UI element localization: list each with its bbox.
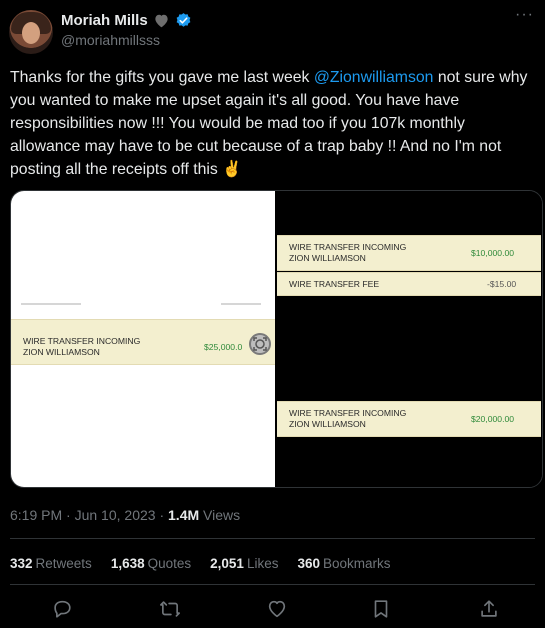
views-count: 1.4M xyxy=(168,507,200,523)
like-icon[interactable] xyxy=(266,598,288,620)
tweet-header: Moriah Mills @moriahmillsss ··· xyxy=(0,0,545,60)
quotes-stat[interactable]: 1,638 Quotes xyxy=(111,556,191,571)
likes-count: 2,051 xyxy=(210,556,244,571)
transaction-line1: WIRE TRANSFER INCOMING xyxy=(289,242,407,252)
engagement-stats: 332 Retweets 1,638 Quotes 2,051 Likes 360 Bo… xyxy=(10,556,391,571)
faint-line xyxy=(21,303,81,305)
bookmarks-stat[interactable]: 360 Bookmarks xyxy=(297,556,390,571)
transaction-line1: WIRE TRANSFER FEE xyxy=(289,279,380,289)
faint-line xyxy=(221,303,261,305)
transaction-amount: $25,000.0 xyxy=(204,342,243,352)
tweet-text: Thanks for the gifts you gave me last we… xyxy=(10,66,535,181)
bookmarks-count: 360 xyxy=(297,556,320,571)
separator: · xyxy=(159,507,165,523)
separator: · xyxy=(66,507,71,523)
avatar[interactable] xyxy=(9,10,53,54)
likes-stat[interactable]: 2,051 Likes xyxy=(210,556,278,571)
tweet-date[interactable]: Jun 10, 2023 xyxy=(75,507,156,523)
author-name-row: Moriah Mills xyxy=(61,12,192,29)
divider xyxy=(10,538,535,539)
transaction-amount: $20,000.00 xyxy=(471,414,515,424)
tweet-media[interactable]: WIRE TRANSFER INCOMING ZION WILLIAMSON $… xyxy=(10,190,543,488)
author-handle[interactable]: @moriahmillsss xyxy=(61,32,160,48)
tweet-text-before: Thanks for the gifts you gave me last we… xyxy=(10,69,314,86)
quotes-count: 1,638 xyxy=(110,556,145,571)
transaction-amount: -$15.00 xyxy=(487,279,517,289)
retweets-count: 332 xyxy=(10,556,33,571)
tweet-actions xyxy=(0,596,545,622)
tweet-timestamp: 6:19 PM · Jun 10, 2023 · 1.4M Views xyxy=(10,507,240,523)
avatar-face xyxy=(22,22,40,44)
author-display-name[interactable]: Moriah Mills xyxy=(61,12,148,29)
retweets-label: Retweets xyxy=(35,556,92,571)
bookmark-icon[interactable] xyxy=(370,598,392,620)
retweet-icon[interactable] xyxy=(159,598,181,620)
transaction-line2: ZION WILLIAMSON xyxy=(289,419,366,429)
retweets-stat[interactable]: 332 Retweets xyxy=(10,556,92,571)
media-image-right[interactable]: WIRE TRANSFER INCOMING ZION WILLIAMSON $… xyxy=(275,191,542,487)
media-image-left[interactable]: WIRE TRANSFER INCOMING ZION WILLIAMSON $… xyxy=(11,191,275,487)
transaction-amount: $10,000.00 xyxy=(471,248,515,258)
likes-label: Likes xyxy=(246,556,279,571)
transaction-line1: WIRE TRANSFER INCOMING xyxy=(23,336,141,346)
tweet-time[interactable]: 6:19 PM xyxy=(10,507,62,523)
divider xyxy=(10,584,535,585)
more-icon[interactable]: ··· xyxy=(515,7,535,26)
transaction-line2: ZION WILLIAMSON xyxy=(289,253,366,263)
reply-icon[interactable] xyxy=(51,598,73,620)
zoom-icon[interactable] xyxy=(249,333,271,355)
share-icon[interactable] xyxy=(478,598,500,620)
transaction-line1: WIRE TRANSFER INCOMING xyxy=(289,408,407,418)
views-label: Views xyxy=(203,507,241,523)
quotes-label: Quotes xyxy=(147,556,192,571)
bookmarks-label: Bookmarks xyxy=(322,556,391,571)
mention-link[interactable]: @Zionwilliamson xyxy=(314,69,434,86)
verified-icon xyxy=(175,12,192,29)
heart-icon xyxy=(153,13,170,28)
transaction-line2: ZION WILLIAMSON xyxy=(23,347,100,357)
